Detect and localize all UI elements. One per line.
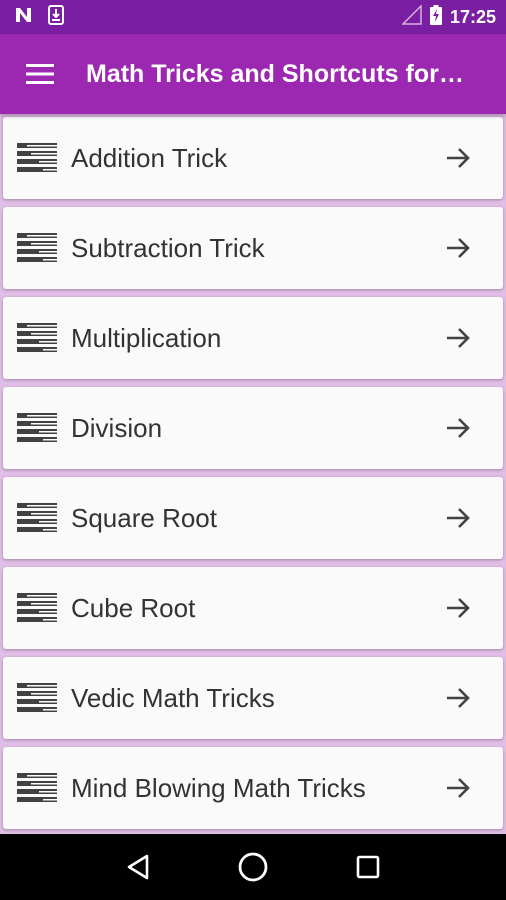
list-item-subtraction-trick[interactable]: Subtraction Trick [3, 207, 503, 289]
arrow-right-icon [443, 683, 473, 713]
hamburger-menu-icon[interactable] [24, 58, 56, 90]
arrow-right-icon [443, 233, 473, 263]
list-item-label: Mind Blowing Math Tricks [71, 772, 366, 803]
recents-icon[interactable] [346, 845, 390, 889]
list-item-addition-trick[interactable]: Addition Trick [3, 117, 503, 199]
list-lines-icon [17, 232, 57, 264]
arrow-right-icon [443, 593, 473, 623]
battery-charging-icon [429, 4, 442, 30]
menu-list: Addition Trick Subtraction Trick Multipl… [0, 114, 506, 834]
app-bar: Math Tricks and Shortcuts for… [0, 34, 506, 114]
download-icon [48, 4, 64, 30]
arrow-right-icon [443, 413, 473, 443]
signal-icon [401, 3, 422, 30]
list-item-multiplication[interactable]: Multiplication [3, 297, 503, 379]
list-lines-icon [17, 502, 57, 534]
list-item-label: Addition Trick [71, 142, 228, 173]
list-item-label: Vedic Math Tricks [71, 682, 275, 713]
arrow-right-icon [443, 323, 473, 353]
list-lines-icon [17, 592, 57, 624]
list-item-division[interactable]: Division [3, 387, 503, 469]
list-lines-icon [17, 682, 57, 714]
navigation-bar [0, 834, 506, 900]
status-time: 17:25 [449, 6, 496, 27]
back-icon[interactable] [116, 845, 160, 889]
list-item-label: Square Root [71, 502, 217, 533]
list-item-label: Division [71, 412, 163, 443]
home-icon[interactable] [231, 845, 275, 889]
list-lines-icon [17, 142, 57, 174]
arrow-right-icon [443, 503, 473, 533]
status-bar: 17:25 [0, 0, 506, 34]
notification-n-icon [14, 6, 34, 29]
list-lines-icon [17, 322, 57, 354]
list-item-label: Subtraction Trick [71, 232, 265, 263]
list-item-vedic-math-tricks[interactable]: Vedic Math Tricks [3, 657, 503, 739]
arrow-right-icon [443, 773, 473, 803]
list-item-square-root[interactable]: Square Root [3, 477, 503, 559]
list-item-mind-blowing-math-tricks[interactable]: Mind Blowing Math Tricks [3, 747, 503, 829]
arrow-right-icon [443, 143, 473, 173]
list-item-label: Cube Root [71, 592, 196, 623]
list-lines-icon [17, 772, 57, 804]
list-lines-icon [17, 412, 57, 444]
list-item-label: Multiplication [71, 322, 222, 353]
list-item-cube-root[interactable]: Cube Root [3, 567, 503, 649]
app-title: Math Tricks and Shortcuts for… [86, 59, 464, 88]
